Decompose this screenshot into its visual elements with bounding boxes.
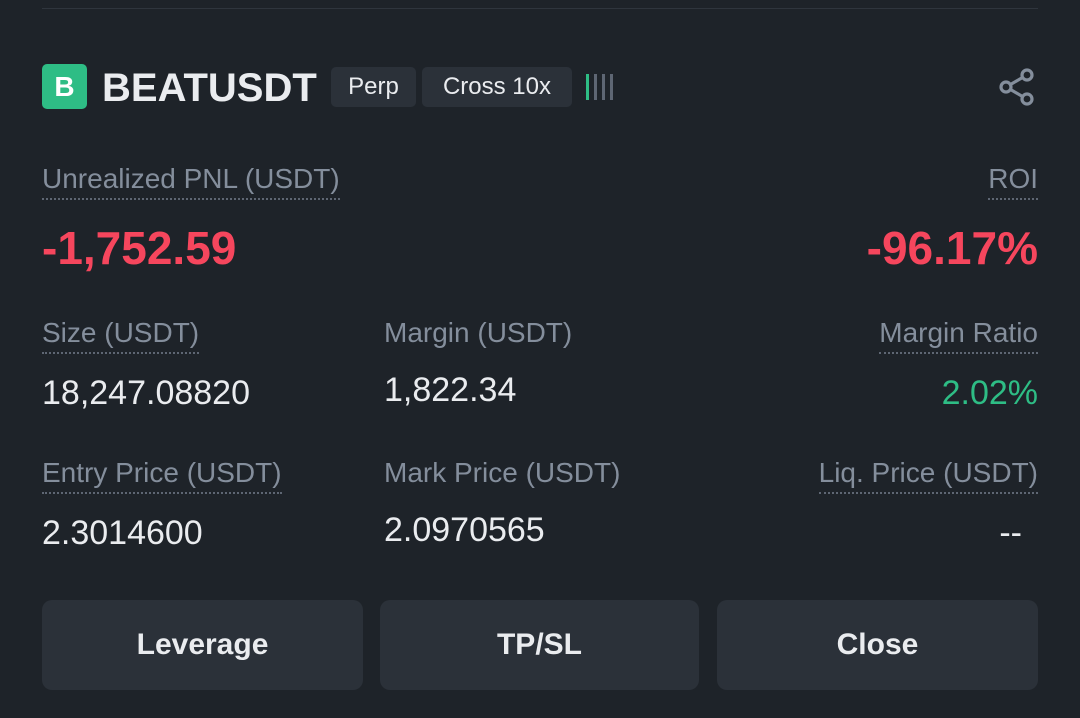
roi-value: -96.17%	[866, 222, 1038, 274]
position-header: B BEATUSDT Perp Cross 10x	[42, 64, 1038, 112]
size-value: 18,247.08820	[42, 374, 250, 412]
mark-price-value: 2.0970565	[384, 511, 545, 549]
margin-ratio-label[interactable]: Margin Ratio	[879, 316, 1038, 354]
entry-price-value: 2.3014600	[42, 514, 203, 552]
unrealized-pnl-label[interactable]: Unrealized PNL (USDT)	[42, 162, 340, 200]
roi-label[interactable]: ROI	[988, 162, 1038, 200]
close-button[interactable]: Close	[717, 600, 1038, 690]
top-divider	[42, 8, 1038, 9]
margin-value: 1,822.34	[384, 371, 517, 409]
leverage-button[interactable]: Leverage	[42, 600, 363, 690]
mark-price-label: Mark Price (USDT)	[384, 457, 621, 488]
liq-price-value: --	[999, 514, 1022, 552]
coin-logo: B	[42, 64, 87, 109]
tpsl-button[interactable]: TP/SL	[380, 600, 699, 690]
liq-price-label[interactable]: Liq. Price (USDT)	[818, 456, 1038, 494]
perp-tag: Perp	[331, 67, 416, 107]
symbol-title[interactable]: BEATUSDT	[102, 64, 317, 112]
unrealized-pnl-value: -1,752.59	[42, 222, 237, 274]
share-icon[interactable]	[996, 66, 1038, 108]
margin-mode-tag[interactable]: Cross 10x	[422, 67, 572, 107]
margin-ratio-value: 2.02%	[941, 374, 1038, 412]
size-label[interactable]: Size (USDT)	[42, 316, 200, 354]
entry-price-label[interactable]: Entry Price (USDT)	[42, 456, 282, 494]
margin-label: Margin (USDT)	[384, 317, 573, 348]
signal-bars-icon	[586, 74, 613, 100]
